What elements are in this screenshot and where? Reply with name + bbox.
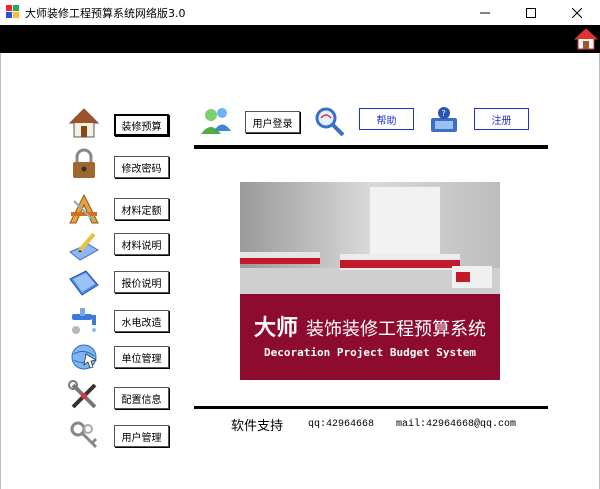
app-icon	[6, 5, 19, 18]
pencil-paper-icon	[69, 232, 99, 261]
users-icon	[201, 108, 231, 134]
banner-title-rest: 装饰装修工程预算系统	[306, 319, 486, 340]
help-button[interactable]: 帮助	[359, 108, 414, 130]
sidebar-item-label: 用户管理	[121, 432, 162, 444]
support-email: mail:42964668@qq.com	[396, 419, 517, 430]
sidebar-item-material-notes[interactable]: 材料说明	[114, 233, 169, 255]
sidebar-item-config-info[interactable]: 配置信息	[114, 387, 169, 409]
sidebar-item-label: 水电改造	[121, 317, 162, 329]
maximize-button[interactable]	[508, 0, 554, 25]
sidebar-item-label: 材料定额	[121, 205, 162, 217]
close-button[interactable]	[554, 0, 600, 25]
interior-room-image	[240, 182, 500, 294]
document-icon	[69, 270, 99, 296]
title-bar: 大师装修工程预算系统网络版3.0	[0, 0, 600, 25]
login-button[interactable]: 用户登录	[245, 111, 300, 133]
sidebar-item-user-management[interactable]: 用户管理	[114, 425, 169, 447]
sidebar-item-label: 修改密码	[121, 163, 162, 175]
drafting-tools-icon	[69, 193, 99, 224]
faucet-icon	[72, 308, 96, 334]
banner-brand: 大师	[253, 315, 298, 341]
tools-icon	[68, 380, 97, 409]
support-label: 软件支持	[231, 419, 284, 434]
register-button-label: 注册	[491, 115, 512, 127]
sidebar-item-plumbing-electrical[interactable]: 水电改造	[114, 310, 169, 332]
close-icon	[572, 7, 582, 18]
sidebar-item-material-quota[interactable]: 材料定额	[114, 198, 169, 220]
minimize-button[interactable]	[462, 0, 508, 25]
sidebar-item-change-password[interactable]: 修改密码	[114, 156, 169, 178]
sidebar-item-label: 报价说明	[121, 278, 162, 290]
padlock-icon	[73, 148, 95, 178]
register-button[interactable]: 注册	[474, 108, 529, 130]
login-button-label: 用户登录	[252, 118, 293, 130]
house-icon	[68, 108, 100, 138]
sidebar-item-label: 配置信息	[121, 394, 162, 406]
window-border-left	[0, 53, 1, 489]
window-title: 大师装修工程预算系统网络版3.0	[25, 7, 186, 20]
banner-title-panel: 大师 装饰装修工程预算系统 Decoration Project Budget S…	[240, 294, 500, 380]
sidebar-item-label: 单位管理	[121, 353, 162, 365]
maximize-icon	[526, 7, 536, 18]
sidebar-item-quote-notes[interactable]: 报价说明	[114, 271, 169, 293]
home-icon[interactable]	[574, 27, 598, 51]
register-computer-icon: ?	[431, 107, 457, 132]
banner-title: 大师 装饰装修工程预算系统	[240, 310, 500, 342]
divider-top	[194, 145, 548, 149]
divider-bottom	[194, 406, 548, 409]
globe-cursor-icon	[71, 344, 98, 370]
sidebar-item-budget[interactable]: 装修预算	[114, 114, 169, 136]
product-banner: 大师 装饰装修工程预算系统 Decoration Project Budget S…	[240, 182, 500, 380]
support-qq: qq:42964668	[308, 419, 375, 430]
sidebar-item-unit-management[interactable]: 单位管理	[114, 346, 169, 368]
minimize-icon	[480, 12, 490, 13]
sidebar-item-label: 材料说明	[121, 240, 162, 252]
keys-icon	[70, 421, 98, 449]
sidebar-item-label: 装修预算	[121, 121, 162, 133]
help-button-label: 帮助	[376, 115, 397, 127]
header-bar	[0, 25, 600, 53]
svg-text:?: ?	[442, 109, 446, 118]
banner-subtitle: Decoration Project Budget System	[264, 346, 476, 359]
help-magnifier-icon	[315, 107, 345, 137]
